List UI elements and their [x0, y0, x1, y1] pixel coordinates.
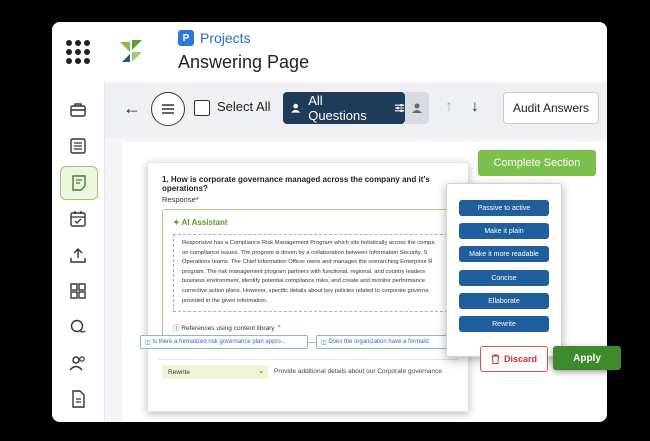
references-label: References using content library	[181, 325, 275, 332]
reference-chip[interactable]: ◫ Does the organization have a formaliz	[316, 335, 458, 349]
breadcrumb-projects[interactable]: Projects	[200, 30, 251, 46]
document-icon[interactable]	[65, 386, 91, 412]
complete-section-button[interactable]: Complete Section	[478, 150, 596, 176]
answer-line: provided in the given information.	[182, 297, 268, 304]
action-passive-to-active[interactable]: Passive to active	[459, 200, 549, 216]
answer-line: Responsive has a Compliance Risk Managem…	[182, 240, 435, 246]
response-label: Response*	[162, 195, 199, 204]
chevron-up-icon: ⌃	[276, 325, 282, 332]
action-rewrite[interactable]: Rewrite	[459, 316, 549, 332]
person-icon	[412, 103, 422, 113]
brand-logo-icon	[120, 40, 142, 62]
page-title: Answering Page	[178, 52, 310, 72]
sidebar	[52, 82, 105, 422]
chat-icon[interactable]	[65, 314, 91, 340]
all-questions-label: All Questions	[308, 93, 367, 123]
assignee-filter-button[interactable]	[405, 92, 429, 124]
reference-chip-label: Is there a formalized risk governance pl…	[152, 339, 286, 345]
projects-icon: P	[178, 30, 194, 46]
info-icon: ⓘ	[173, 325, 180, 332]
prompt-input[interactable]: Provide additional details about our Cor…	[274, 368, 442, 375]
answer-line: Operations teams. The Chief Information …	[182, 259, 433, 266]
dashboard-icon[interactable]	[65, 278, 91, 304]
user-icon	[291, 103, 301, 113]
menu-button[interactable]	[151, 92, 185, 126]
toolbar: ← Select All All Questions ↑ ↓ Audit Ans…	[105, 82, 607, 138]
prompt-row: Rewrite ⌄ Provide additional details abo…	[158, 359, 458, 382]
select-all-checkbox[interactable]	[194, 100, 210, 116]
all-questions-filter[interactable]: All Questions	[283, 92, 405, 124]
list-icon[interactable]	[65, 133, 91, 159]
next-arrow-icon[interactable]: ↓	[471, 98, 479, 116]
mode-dropdown-value: Rewrite	[168, 368, 191, 376]
action-elaborate[interactable]: Ellaborate	[459, 293, 549, 309]
ai-assistant-label: AI Assistant	[181, 218, 228, 227]
ai-assistant-title: ✦ AI Assistant	[173, 218, 228, 227]
action-make-it-plain[interactable]: Make it plain	[459, 223, 549, 239]
sliders-icon	[394, 103, 405, 113]
answer-line: corrective action plans. However, specif…	[182, 287, 429, 294]
answer-line: program. The risk management program par…	[182, 268, 426, 275]
app-grid-icon[interactable]	[66, 40, 90, 64]
breadcrumb[interactable]: P Projects	[178, 30, 251, 46]
mode-dropdown[interactable]: Rewrite ⌄	[162, 365, 268, 379]
previous-arrow-icon[interactable]: ↑	[445, 98, 453, 116]
discard-label: Discard	[503, 354, 538, 364]
ai-assistant-panel: ✦ AI Assistant Responsive has a Complian…	[162, 209, 464, 343]
answer-line: business environment, identify potential…	[182, 278, 425, 285]
select-all-label[interactable]: Select All	[217, 99, 270, 114]
ai-answer-text[interactable]: Responsive has a Compliance Risk Managem…	[173, 234, 453, 312]
back-arrow-icon[interactable]: ←	[123, 98, 141, 119]
hamburger-icon	[162, 104, 174, 114]
calendar-check-icon[interactable]	[65, 206, 91, 232]
notes-icon[interactable]	[60, 166, 98, 200]
document-icon: ◫	[321, 339, 329, 346]
users-icon[interactable]	[65, 350, 91, 376]
action-make-readable[interactable]: Make it more readable	[459, 246, 549, 262]
reference-chip-label: Does the organization have a formaliz	[328, 339, 430, 345]
question-card: 1. How is corporate governance managed a…	[140, 162, 469, 412]
references-toggle[interactable]: ⓘ References using content library ⌃	[173, 322, 282, 332]
document-icon: ◫	[145, 339, 153, 346]
apply-button[interactable]: Apply	[553, 346, 621, 370]
upload-icon[interactable]	[65, 242, 91, 268]
audit-answers-button[interactable]: Audit Answers	[503, 92, 599, 124]
chevron-down-icon: ⌄	[258, 368, 264, 375]
top-bar: P Projects Answering Page	[52, 22, 607, 83]
discard-button[interactable]: Discard	[480, 346, 548, 372]
trash-icon	[491, 354, 500, 364]
action-concise[interactable]: Concise	[459, 270, 549, 286]
question-text: 1. How is corporate governance managed a…	[162, 175, 430, 193]
reference-chip[interactable]: ◫ Is there a formalized risk governance …	[140, 335, 308, 349]
answer-line: on compliance issues. The program is dri…	[182, 249, 428, 256]
rewrite-actions-menu: Passive to active Make it plain Make it …	[446, 183, 562, 357]
briefcase-icon[interactable]	[65, 97, 91, 123]
